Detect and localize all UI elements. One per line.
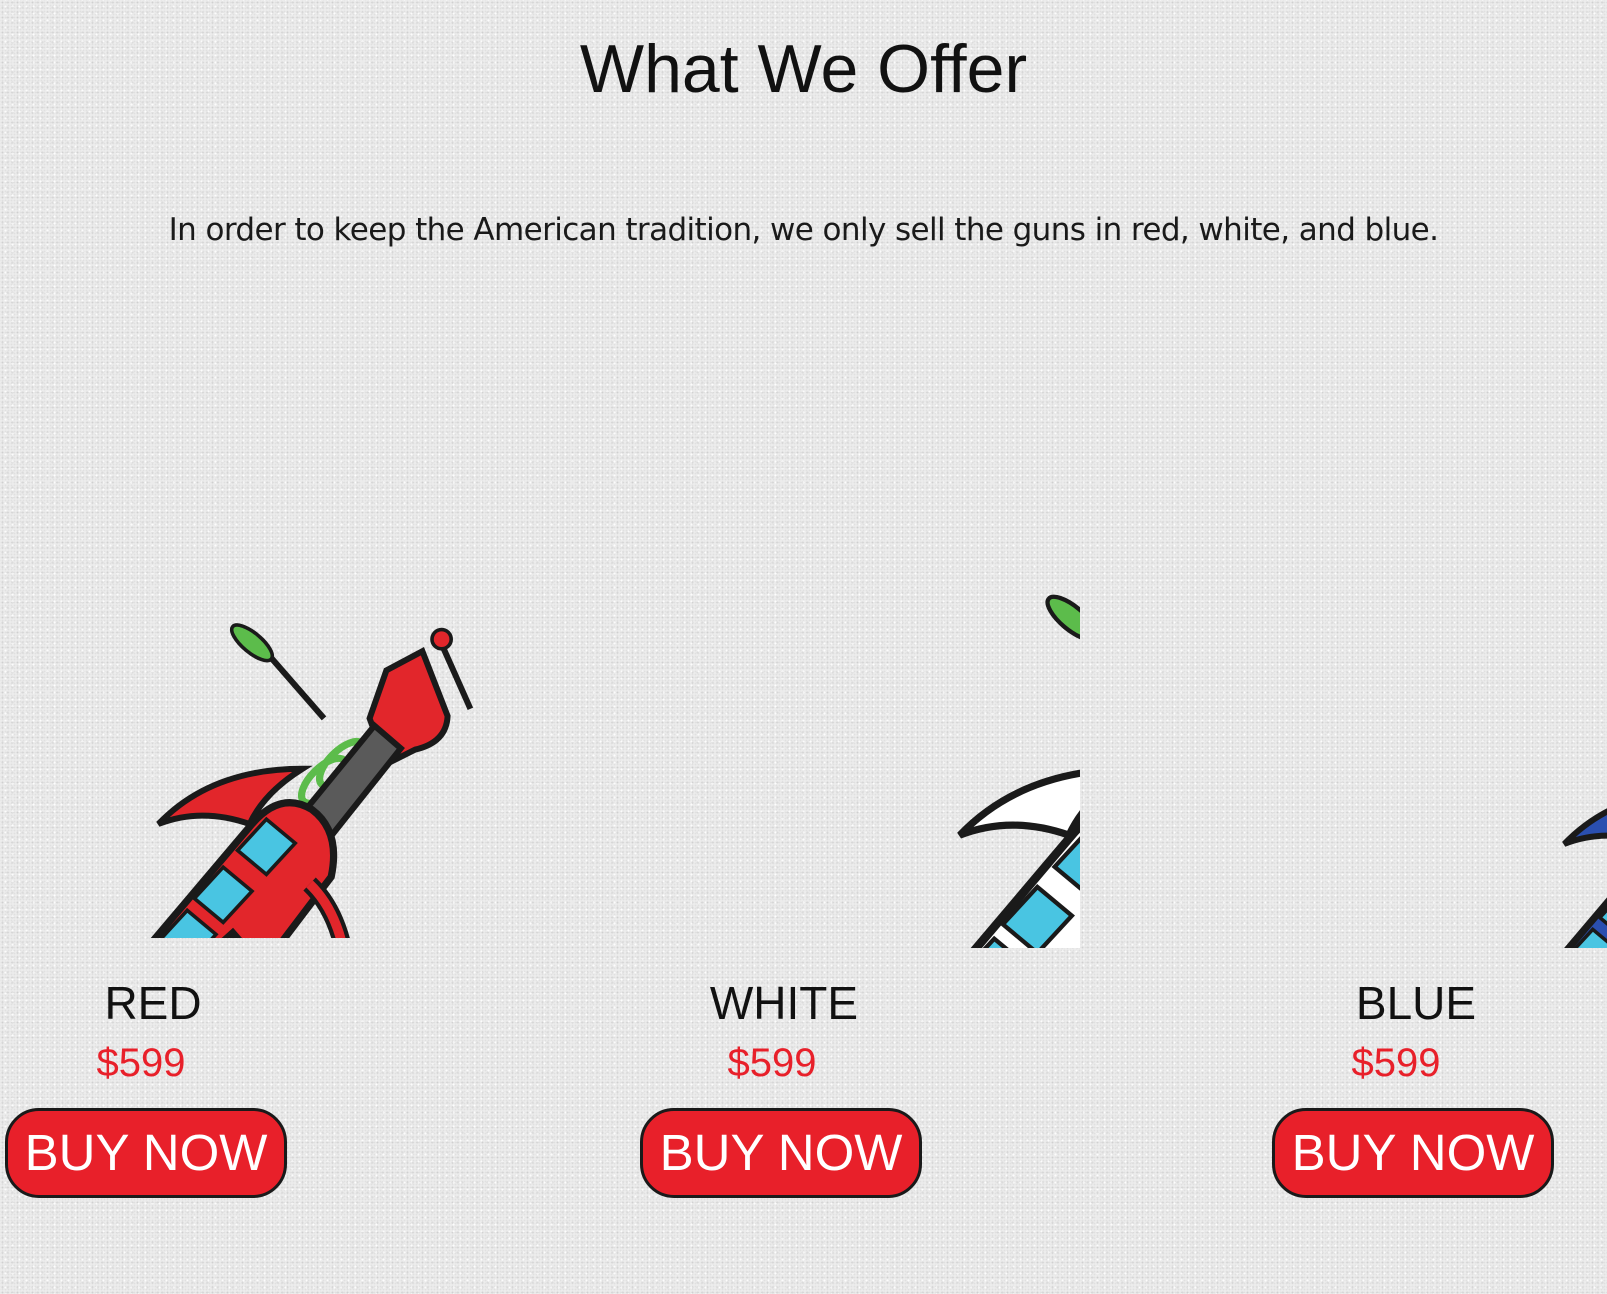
product-name: BLUE [1355,977,1477,1029]
product-name: RED [104,977,202,1029]
page-subtitle: In order to keep the American tradition,… [168,212,1439,248]
product-price: $599 [1351,1041,1441,1085]
buy-now-button-blue[interactable]: BUY NOW [1272,1108,1554,1198]
ray-gun-blue-icon [1130,348,1607,948]
buy-now-button-red[interactable]: BUY NOW [5,1108,287,1198]
ray-gun-red-icon [0,338,480,938]
product-price: $599 [727,1041,817,1085]
product-price: $599 [96,1041,186,1085]
buy-now-button-white[interactable]: BUY NOW [640,1108,922,1198]
page-title: What We Offer [579,31,1028,107]
product-name: WHITE [709,977,859,1029]
ray-gun-white-icon [500,348,1080,948]
